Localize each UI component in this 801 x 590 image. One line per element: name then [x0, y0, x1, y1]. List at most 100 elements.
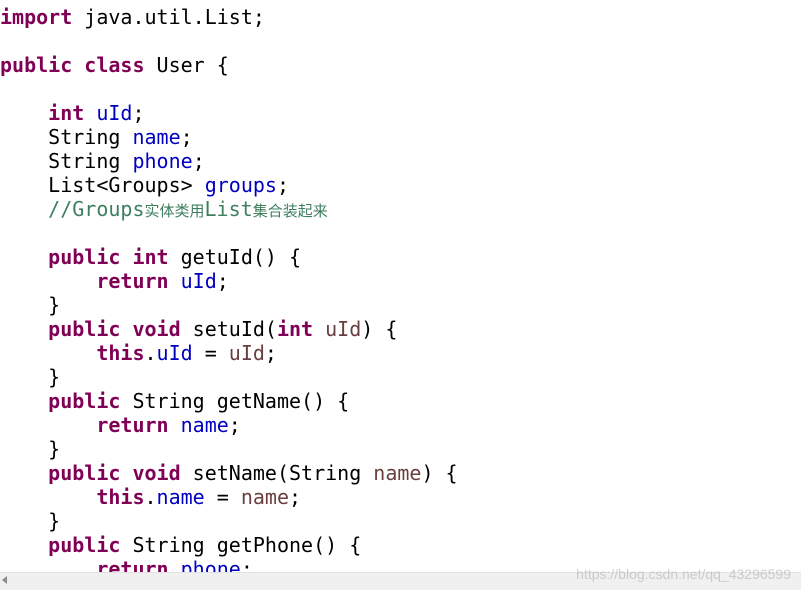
method-setuid: setuId( [180, 317, 277, 341]
closing-brace: } [48, 293, 61, 317]
field-phone: phone [132, 149, 193, 173]
code-line-6: String name; [0, 125, 458, 149]
type-string: String [48, 149, 133, 173]
keyword-int: int [276, 317, 314, 341]
comment-list: List [204, 197, 253, 221]
scroll-left-arrow-icon[interactable] [2, 576, 7, 584]
keyword-public: public [48, 533, 121, 557]
keyword-int: int [48, 101, 85, 125]
comment-cjk-1: 实体类用 [144, 202, 205, 220]
code-line-8: List<Groups> groups; [0, 173, 458, 197]
keyword-import: import [0, 5, 73, 29]
method-getname: String getName() { [120, 389, 350, 413]
code-line-14: public void setuId(int uId) { [0, 317, 458, 341]
keyword-return: return [96, 557, 169, 572]
closing-brace: } [48, 437, 61, 461]
class-declaration: User { [144, 53, 229, 77]
semicolon: ; [132, 101, 145, 125]
code-line-11: public int getuId() { [0, 245, 458, 269]
closing-brace: } [48, 365, 61, 389]
keyword-this: this [96, 341, 145, 365]
type-list-groups: List<Groups> [48, 173, 205, 197]
param-uid: uId [228, 341, 265, 365]
watermark: https://blog.csdn.net/qq_43296599 [576, 566, 791, 582]
code-line-21: this.name = name; [0, 485, 458, 509]
keyword-return: return [96, 269, 169, 293]
field-name: name [132, 125, 181, 149]
code-line-18: return name; [0, 413, 458, 437]
code-line-12: return uId; [0, 269, 458, 293]
semicolon: ; [216, 269, 229, 293]
field-uid: uId [96, 101, 133, 125]
method-getuid: getuId() { [168, 245, 302, 269]
keyword-public: public [48, 317, 121, 341]
code-line-3: public class User { [0, 53, 458, 77]
dot: . [144, 485, 157, 509]
closing-brace: } [48, 509, 61, 533]
semicolon: ; [192, 149, 205, 173]
keyword-int: int [132, 245, 169, 269]
paren-brace: ) { [421, 461, 458, 485]
keyword-public: public [48, 245, 121, 269]
keyword-public: public [0, 53, 73, 77]
keyword-public: public [48, 389, 121, 413]
comment-cjk-2: 集合装起来 [252, 202, 328, 220]
field-uid: uId [156, 341, 193, 365]
param-name: name [373, 461, 422, 485]
param-name: name [240, 485, 290, 509]
param-uid: uId [325, 317, 362, 341]
semicolon: ; [180, 125, 193, 149]
field-phone: phone [180, 557, 241, 572]
keyword-this: this [96, 485, 145, 509]
keyword-class: class [84, 53, 145, 77]
code-line-1: import java.util.List; [0, 5, 458, 29]
code-line-23: public String getPhone() { [0, 533, 458, 557]
code-line-17: public String getName() { [0, 389, 458, 413]
code-line-24: return phone; [0, 557, 458, 572]
assign: = [192, 341, 229, 365]
import-path: java.util.List; [72, 5, 265, 29]
keyword-return: return [96, 413, 169, 437]
semicolon: ; [264, 341, 277, 365]
semicolon: ; [276, 173, 290, 197]
code-line-20: public void setName(String name) { [0, 461, 458, 485]
code-body: import java.util.List; public class User… [0, 5, 458, 572]
comment-prefix: //Groups [48, 197, 145, 221]
type-string: String [48, 125, 133, 149]
code-editor[interactable]: import java.util.List; public class User… [0, 0, 801, 572]
code-line-19: } [0, 437, 458, 461]
field-name: name [180, 413, 229, 437]
code-line-15: this.uId = uId; [0, 341, 458, 365]
code-line-16: } [0, 365, 458, 389]
code-line-13: } [0, 293, 458, 317]
field-groups: groups [204, 173, 277, 197]
method-setname: setName(String [180, 461, 374, 485]
assign: = [204, 485, 241, 509]
semicolon: ; [289, 485, 302, 509]
semicolon: ; [240, 557, 253, 572]
code-line-22: } [0, 509, 458, 533]
keyword-void: void [132, 461, 181, 485]
semicolon: ; [228, 413, 241, 437]
dot: . [144, 341, 157, 365]
keyword-public: public [48, 461, 121, 485]
code-line-5: int uId; [0, 101, 458, 125]
